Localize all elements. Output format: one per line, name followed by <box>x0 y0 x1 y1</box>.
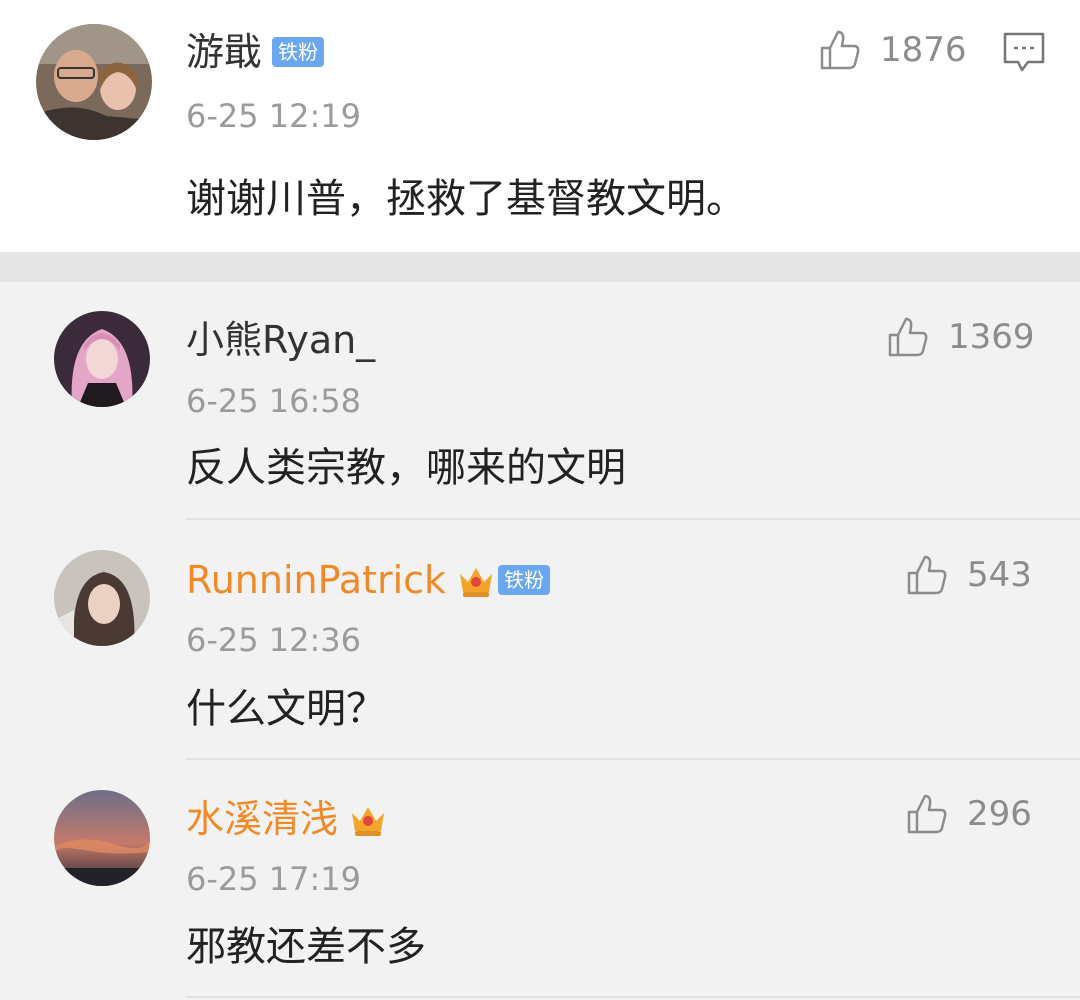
comment-time: 6-25 12:19 <box>186 97 362 135</box>
thumbs-up-icon <box>820 30 860 70</box>
avatar[interactable] <box>36 24 152 140</box>
fan-badge: 铁粉 <box>498 565 551 595</box>
avatar[interactable] <box>54 311 150 407</box>
crown-icon <box>352 807 385 836</box>
username[interactable]: RunninPatrick <box>186 558 446 602</box>
fan-badge: 铁粉 <box>272 37 325 67</box>
reply-time: 6-25 16:58 <box>186 382 362 420</box>
like-button[interactable]: 543 <box>905 553 1032 597</box>
username[interactable]: 水溪清浅 <box>186 797 338 841</box>
main-comment: 游戢 铁粉 6-25 12:19 谢谢川普，拯救了基督教文明。 1876 <box>0 0 1080 252</box>
divider <box>186 996 1080 998</box>
thumbs-up-icon <box>907 555 947 595</box>
reply-time: 6-25 12:36 <box>186 621 362 659</box>
username[interactable]: 小熊Ryan_ <box>186 318 375 362</box>
like-button[interactable]: 1369 <box>886 315 1035 359</box>
comment-button[interactable] <box>1002 30 1046 74</box>
reply-text: 反人类宗教，哪来的文明 <box>186 445 626 491</box>
crown-icon <box>460 568 493 597</box>
reply-text: 邪教还差不多 <box>186 924 426 970</box>
avatar[interactable] <box>54 550 150 646</box>
like-count: 1369 <box>948 317 1035 357</box>
avatar[interactable] <box>54 790 150 886</box>
reply-text: 什么文明？ <box>186 686 386 732</box>
divider <box>186 758 1080 760</box>
like-count: 1876 <box>880 30 967 70</box>
like-count: 543 <box>967 555 1032 595</box>
username[interactable]: 游戢 <box>186 30 262 74</box>
section-divider <box>0 252 1080 282</box>
like-count: 296 <box>967 794 1032 834</box>
thumbs-up-icon <box>888 317 928 357</box>
reply-time: 6-25 17:19 <box>186 860 362 898</box>
reply-list <box>0 282 1080 1000</box>
comment-icon <box>1003 32 1045 72</box>
comment-text: 谢谢川普，拯救了基督教文明。 <box>186 176 746 222</box>
thumbs-up-icon <box>907 794 947 834</box>
like-button[interactable]: 1876 <box>818 28 967 72</box>
divider <box>186 518 1080 520</box>
like-button[interactable]: 296 <box>905 792 1032 836</box>
